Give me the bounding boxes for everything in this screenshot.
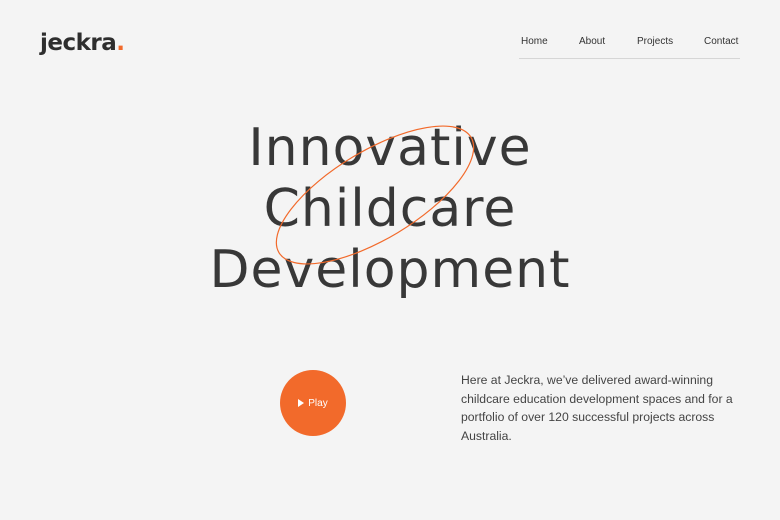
main-nav: Home About Projects Contact bbox=[519, 36, 740, 59]
hero-line-1: Innovative bbox=[248, 118, 532, 178]
play-button[interactable]: Play bbox=[280, 370, 346, 436]
nav-contact-link[interactable]: Contact bbox=[704, 36, 738, 48]
hero-line-2: Childcare bbox=[263, 179, 517, 239]
intro-text: Here at Jeckra, we’ve delivered award-wi… bbox=[461, 373, 733, 443]
nav-projects-link[interactable]: Projects bbox=[637, 36, 673, 48]
hero-line-3: Development bbox=[209, 240, 571, 300]
nav-home-link[interactable]: Home bbox=[521, 36, 548, 48]
hero-title: Innovative Childcare Development bbox=[0, 118, 780, 301]
brand-dot: . bbox=[116, 30, 125, 56]
brand-logo[interactable]: jeckra. bbox=[40, 32, 125, 55]
brand-name: jeckra bbox=[40, 30, 117, 56]
play-label: Play bbox=[308, 397, 328, 409]
play-icon bbox=[298, 399, 305, 407]
nav-about-link[interactable]: About bbox=[579, 36, 605, 48]
